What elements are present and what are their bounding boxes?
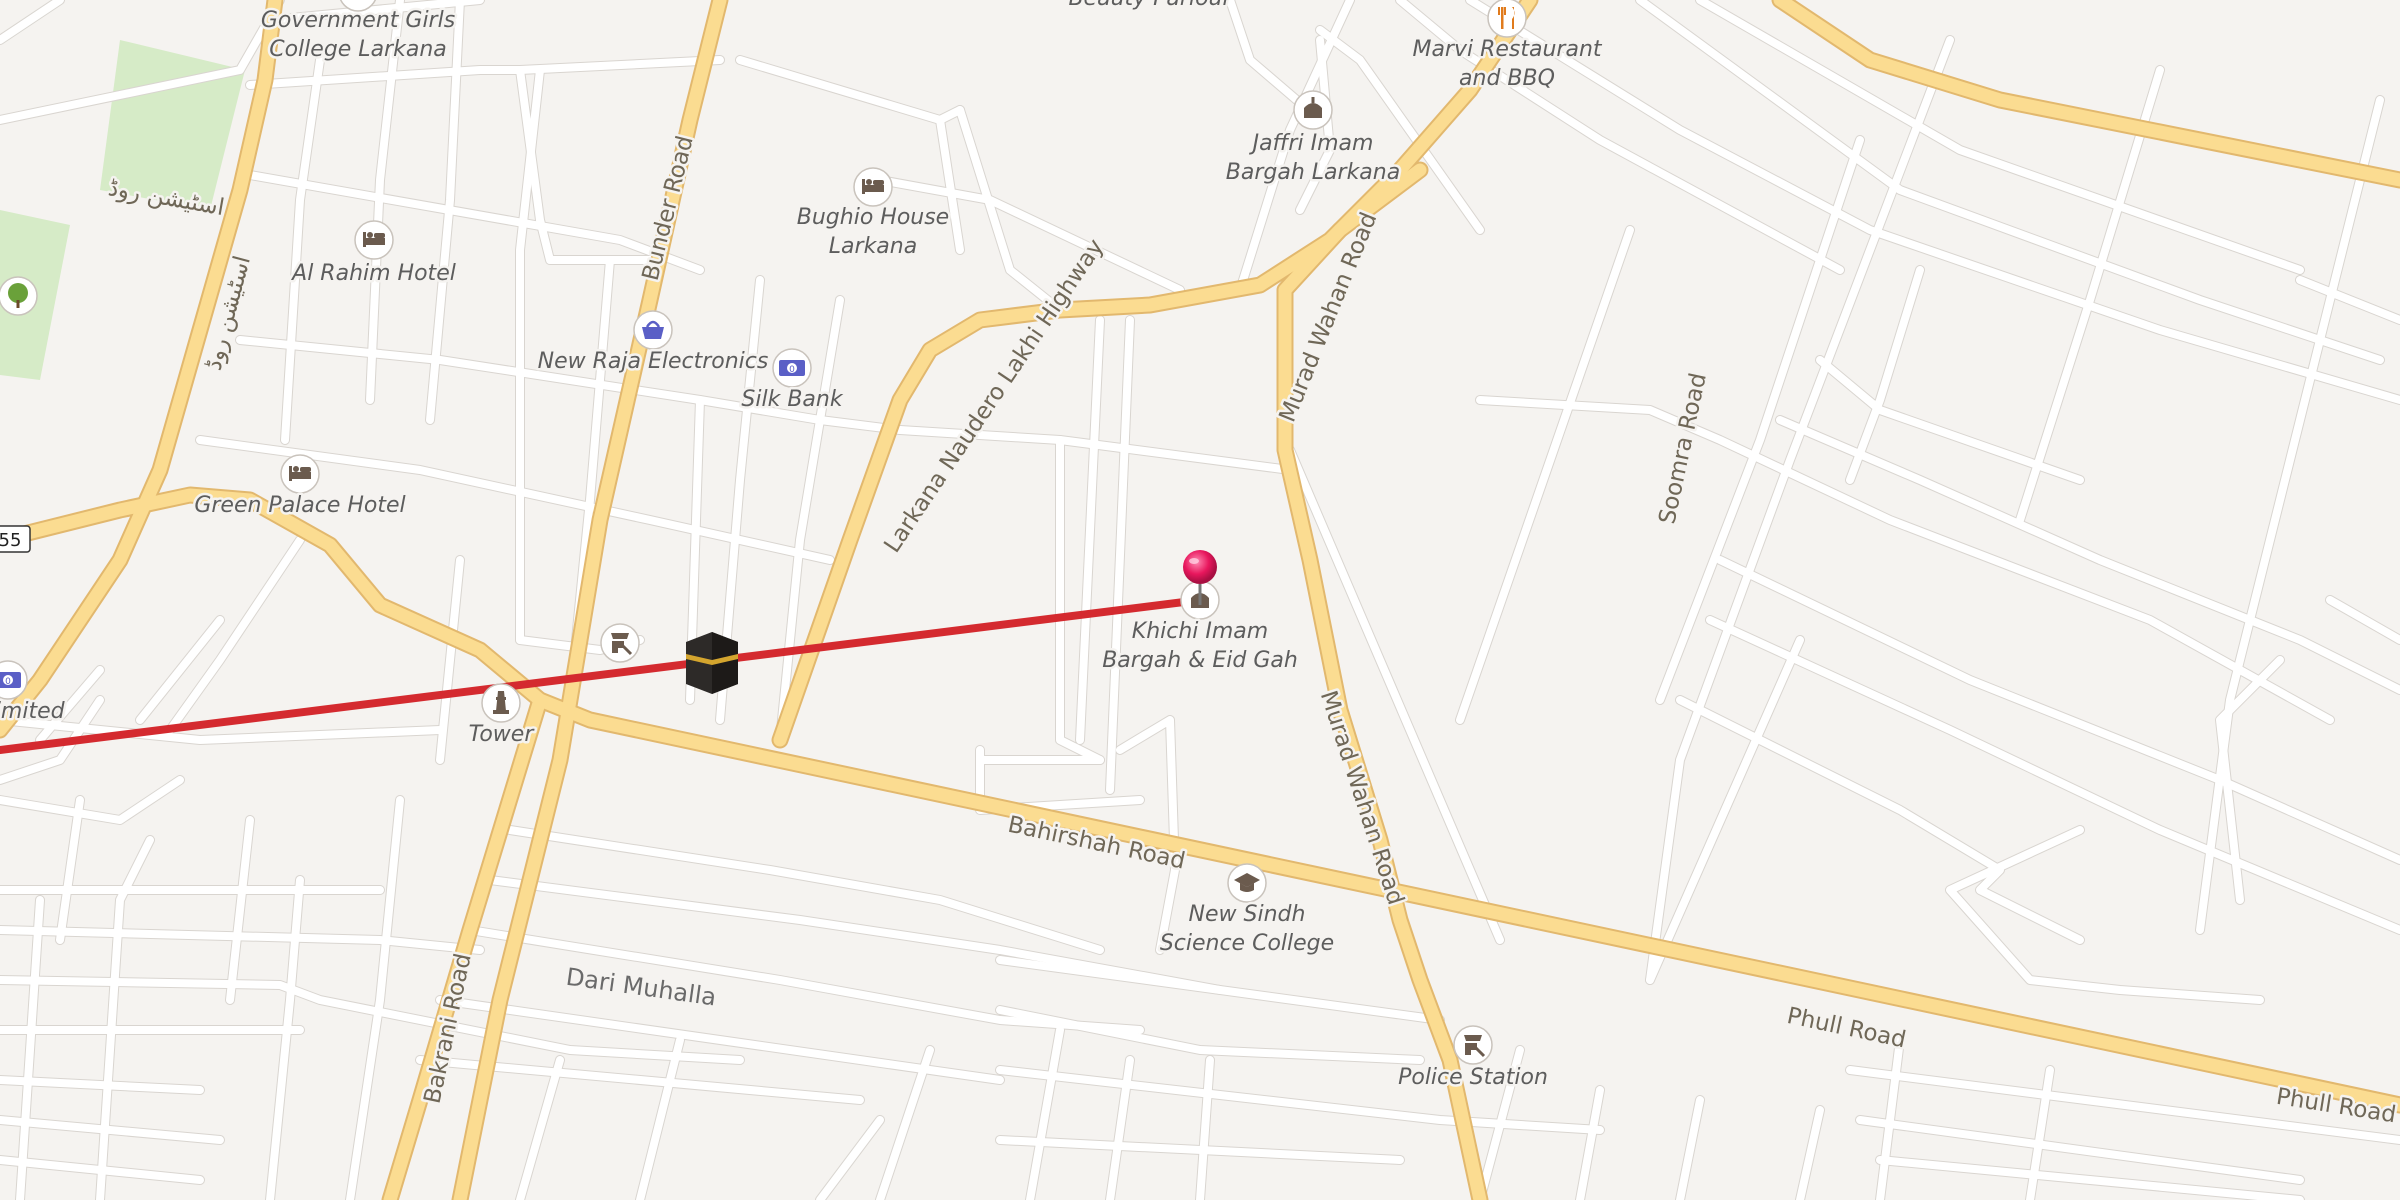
- poi-park-tree[interactable]: [0, 276, 38, 316]
- map-canvas[interactable]: 55 Bunder Road Larkana Naudero Lakhi Hig…: [0, 0, 2400, 1200]
- poi-jaffri[interactable]: Jaffri Imam Bargah Larkana: [1223, 90, 1403, 188]
- minor-road: [1076, 316, 1104, 744]
- poi-label: New Raja Electronics: [538, 349, 769, 374]
- minor-road: [1645, 35, 1955, 985]
- poi-beauty[interactable]: Beauty Parlour: [1066, 0, 1236, 14]
- road-label-phull-1: Phull Road: [1785, 1003, 1909, 1054]
- minor-road: [996, 956, 1444, 1024]
- poi-bughio[interactable]: Bughio House Larkana: [794, 167, 952, 262]
- route-number: 55: [0, 530, 21, 551]
- minor-road: [516, 1056, 564, 1200]
- minor-road: [1476, 396, 2334, 724]
- poi-icon-ring: [1487, 0, 1527, 38]
- minor-road: [936, 116, 964, 254]
- poi-label: ank Limited: [0, 699, 66, 724]
- minor-road: [1676, 696, 2084, 944]
- minor-road: [875, 175, 1185, 295]
- minor-road: [56, 796, 84, 944]
- minor-road: [636, 1036, 684, 1200]
- minor-road: [1646, 36, 1954, 984]
- poi-govt-girls[interactable]: Government Girls College Larkana: [258, 0, 458, 65]
- poi-label: College Larkana: [269, 37, 447, 62]
- minor-road: [166, 536, 304, 734]
- minor-road: [16, 896, 44, 1200]
- minor-road: [1635, 0, 2385, 365]
- minor-road: [1106, 316, 1134, 794]
- minor-road: [266, 876, 304, 1200]
- svg-text:0: 0: [789, 365, 795, 375]
- poi-label: Bargah & Eid Gah: [1102, 648, 1298, 673]
- minor-road: [1456, 226, 1634, 724]
- minor-road: [281, 56, 324, 444]
- poi-label: Tower: [469, 722, 536, 747]
- minor-road: [1846, 266, 1924, 484]
- poi-label: and BBQ: [1459, 66, 1555, 91]
- minor-road: [1856, 1116, 2304, 1184]
- minor-road: [1026, 1026, 1064, 1200]
- minor-road: [1196, 1056, 1214, 1200]
- minor-road: [2016, 66, 2164, 524]
- minor-road: [1876, 1156, 2304, 1200]
- minor-road: [816, 1116, 884, 1200]
- minor-road: [1636, 0, 2384, 364]
- minor-road: [1776, 416, 2400, 694]
- poi-label: Larkana: [829, 234, 917, 259]
- poi-label: Silk Bank: [741, 387, 843, 412]
- poi-label: Al Rahim Hotel: [290, 261, 456, 286]
- minor-road: [1716, 556, 2400, 864]
- minor-road: [1676, 1096, 1704, 1200]
- minor-road: [436, 556, 464, 764]
- poi-label: Green Palace Hotel: [194, 493, 405, 518]
- poi-label: Marvi Restaurant: [1412, 37, 1602, 62]
- svg-text:0: 0: [5, 677, 11, 687]
- minor-road: [1675, 695, 2085, 945]
- minor-road: [0, 0, 64, 44]
- poi-label: Bughio House: [797, 205, 949, 230]
- poi-label: Jaffri Imam: [1249, 131, 1374, 156]
- minor-road: [226, 816, 254, 1004]
- minor-road: [876, 1046, 934, 1200]
- minor-road: [2296, 276, 2400, 324]
- road-label-soomra: Soomra Road: [1654, 371, 1711, 527]
- poi-label: New Sindh: [1189, 902, 1306, 927]
- minor-road: [1576, 1086, 1604, 1200]
- kaaba-icon[interactable]: [686, 632, 738, 694]
- poi-label: Police Station: [1398, 1065, 1548, 1090]
- poi-marvi[interactable]: Marvi Restaurant and BBQ: [1410, 0, 1605, 94]
- poi-label: Government Girls: [261, 8, 455, 33]
- minor-road: [1796, 1106, 1824, 1200]
- bank-icon: 0: [0, 672, 21, 688]
- poi-police-2[interactable]: [600, 623, 640, 663]
- road-label-lakhi: Larkana Naudero Lakhi Highway: [879, 235, 1109, 558]
- poi-al-rahim[interactable]: Al Rahim Hotel: [288, 220, 458, 289]
- minor-road: [1475, 395, 2335, 725]
- minor-road: [2326, 596, 2400, 644]
- poi-label: Bargah Larkana: [1226, 160, 1400, 185]
- bank-icon: 0: [779, 360, 805, 376]
- route-shield: 55: [0, 525, 31, 553]
- poi-label: Khichi Imam: [1132, 619, 1268, 644]
- poi-label: Science College: [1160, 931, 1334, 956]
- poi-new-raja[interactable]: New Raja Electronics: [535, 310, 771, 377]
- poi-label: Beauty Parlour: [1068, 0, 1233, 11]
